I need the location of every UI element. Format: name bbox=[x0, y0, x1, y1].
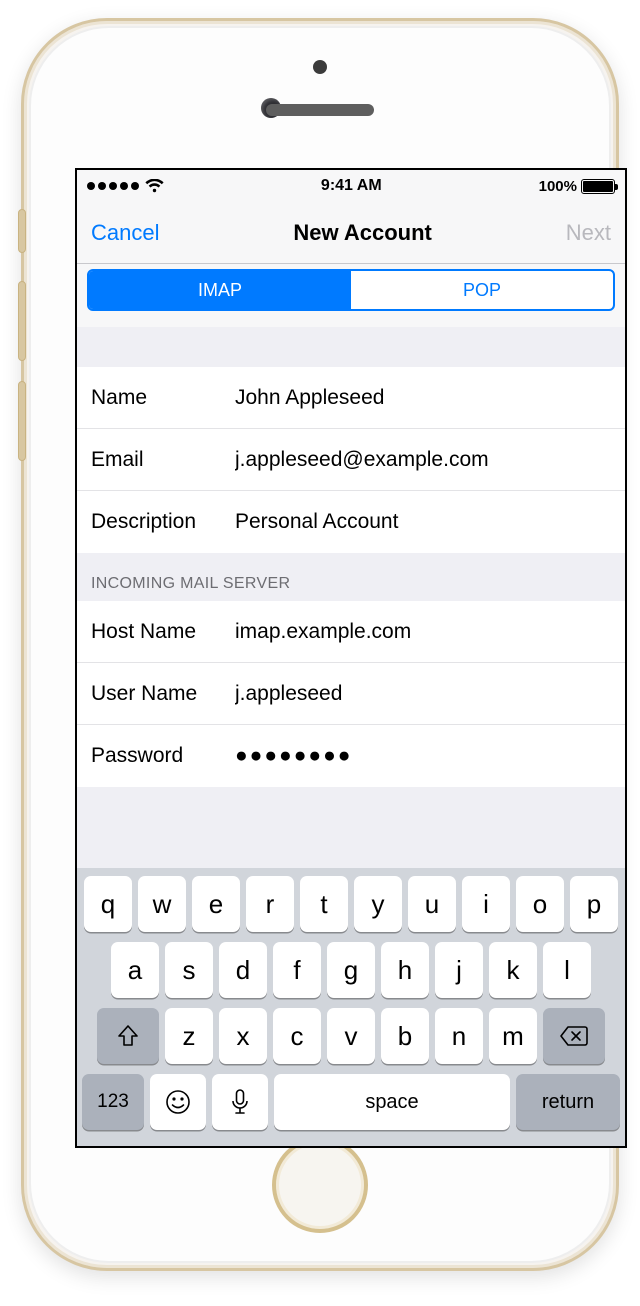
key-b[interactable]: b bbox=[381, 1008, 429, 1064]
status-time: 9:41 AM bbox=[321, 177, 382, 195]
volume-down bbox=[18, 381, 26, 461]
key-a[interactable]: a bbox=[111, 942, 159, 998]
description-field[interactable] bbox=[235, 510, 611, 534]
row-password: Password ●●●●●●●● bbox=[77, 725, 625, 787]
description-label: Description bbox=[91, 510, 235, 534]
key-u[interactable]: u bbox=[408, 876, 456, 932]
emoji-key[interactable] bbox=[150, 1074, 206, 1130]
password-label: Password bbox=[91, 744, 235, 768]
row-host: Host Name bbox=[77, 601, 625, 663]
kb-row-3: zxcvbnm bbox=[82, 1008, 620, 1064]
home-button[interactable] bbox=[272, 1137, 368, 1233]
key-d[interactable]: d bbox=[219, 942, 267, 998]
section-gap bbox=[77, 327, 625, 367]
email-label: Email bbox=[91, 448, 235, 472]
user-label: User Name bbox=[91, 682, 235, 706]
key-k[interactable]: k bbox=[489, 942, 537, 998]
tab-imap[interactable]: IMAP bbox=[89, 271, 351, 309]
shift-key[interactable] bbox=[97, 1008, 159, 1064]
row-name: Name bbox=[77, 367, 625, 429]
screen: 9:41 AM 100% Cancel New Account Next IMA… bbox=[75, 168, 627, 1148]
shift-icon bbox=[116, 1024, 140, 1048]
microphone-icon bbox=[230, 1088, 250, 1116]
proximity-sensor bbox=[313, 60, 327, 74]
account-info-group: Name Email Description bbox=[77, 367, 625, 553]
emoji-icon bbox=[164, 1088, 192, 1116]
user-field[interactable] bbox=[235, 682, 611, 706]
iphone-frame: 9:41 AM 100% Cancel New Account Next IMA… bbox=[21, 18, 619, 1271]
space-key[interactable]: space bbox=[274, 1074, 510, 1130]
key-t[interactable]: t bbox=[300, 876, 348, 932]
name-field[interactable] bbox=[235, 386, 611, 410]
key-q[interactable]: q bbox=[84, 876, 132, 932]
mute-switch bbox=[18, 209, 26, 253]
key-j[interactable]: j bbox=[435, 942, 483, 998]
incoming-server-group: Host Name User Name Password ●●●●●●●● bbox=[77, 601, 625, 787]
password-field[interactable]: ●●●●●●●● bbox=[235, 744, 611, 768]
numbers-key[interactable]: 123 bbox=[82, 1074, 144, 1130]
key-n[interactable]: n bbox=[435, 1008, 483, 1064]
key-f[interactable]: f bbox=[273, 942, 321, 998]
key-p[interactable]: p bbox=[570, 876, 618, 932]
key-v[interactable]: v bbox=[327, 1008, 375, 1064]
cancel-button[interactable]: Cancel bbox=[91, 220, 159, 246]
row-email: Email bbox=[77, 429, 625, 491]
kb-row-1: qwertyuiop bbox=[82, 876, 620, 932]
key-s[interactable]: s bbox=[165, 942, 213, 998]
battery-percent: 100% bbox=[539, 178, 577, 195]
row-user: User Name bbox=[77, 663, 625, 725]
key-c[interactable]: c bbox=[273, 1008, 321, 1064]
key-y[interactable]: y bbox=[354, 876, 402, 932]
battery-icon bbox=[581, 179, 615, 194]
key-w[interactable]: w bbox=[138, 876, 186, 932]
key-h[interactable]: h bbox=[381, 942, 429, 998]
key-z[interactable]: z bbox=[165, 1008, 213, 1064]
volume-up bbox=[18, 281, 26, 361]
signal-dots-icon bbox=[87, 182, 139, 190]
key-l[interactable]: l bbox=[543, 942, 591, 998]
kb-row-2: asdfghjkl bbox=[82, 942, 620, 998]
key-g[interactable]: g bbox=[327, 942, 375, 998]
earpiece bbox=[266, 104, 374, 116]
dictation-key[interactable] bbox=[212, 1074, 268, 1130]
kb-row-4: 123 bbox=[82, 1074, 620, 1130]
email-field[interactable] bbox=[235, 448, 611, 472]
name-label: Name bbox=[91, 386, 235, 410]
backspace-icon bbox=[559, 1025, 589, 1047]
keyboard: qwertyuiop asdfghjkl zxcvbnm bbox=[77, 868, 625, 1146]
key-r[interactable]: r bbox=[246, 876, 294, 932]
host-label: Host Name bbox=[91, 620, 235, 644]
key-i[interactable]: i bbox=[462, 876, 510, 932]
row-description: Description bbox=[77, 491, 625, 553]
host-field[interactable] bbox=[235, 620, 611, 644]
page-title: New Account bbox=[293, 220, 432, 246]
key-m[interactable]: m bbox=[489, 1008, 537, 1064]
return-key[interactable]: return bbox=[516, 1074, 620, 1130]
nav-bar: Cancel New Account Next bbox=[77, 202, 625, 264]
key-x[interactable]: x bbox=[219, 1008, 267, 1064]
tab-pop[interactable]: POP bbox=[351, 271, 613, 309]
key-o[interactable]: o bbox=[516, 876, 564, 932]
protocol-segmented-control: IMAP POP bbox=[87, 269, 615, 311]
status-bar: 9:41 AM 100% bbox=[77, 170, 625, 202]
next-button[interactable]: Next bbox=[566, 220, 611, 246]
backspace-key[interactable] bbox=[543, 1008, 605, 1064]
incoming-server-header: INCOMING MAIL SERVER bbox=[77, 553, 625, 601]
key-e[interactable]: e bbox=[192, 876, 240, 932]
wifi-icon bbox=[145, 179, 164, 193]
